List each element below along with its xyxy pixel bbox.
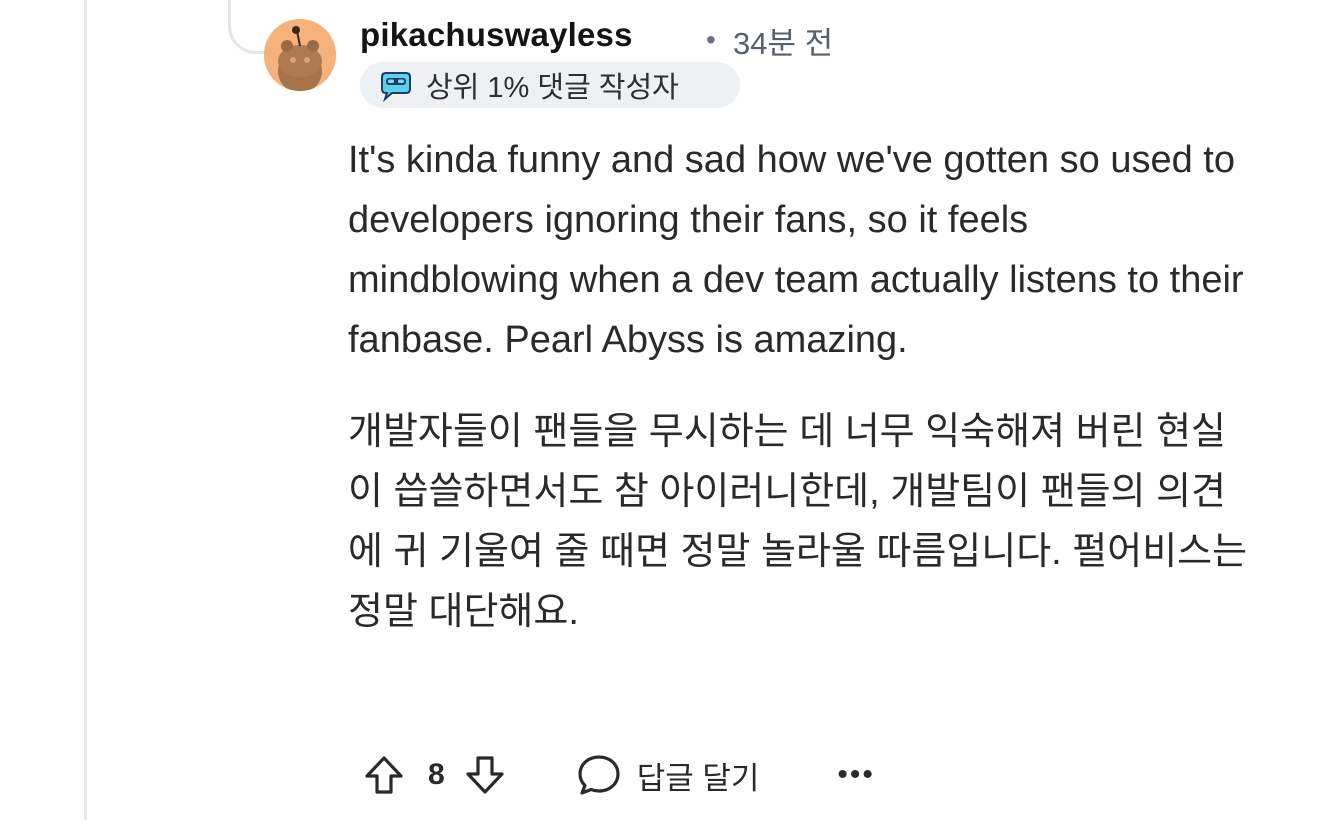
speech-bubble-icon xyxy=(578,755,620,795)
flair-label: 상위 1% 댓글 작성자 xyxy=(426,72,679,104)
upvote-arrow-icon xyxy=(365,756,403,794)
comment-text-korean: 개발자들이 팬들을 무시하는 데 너무 익숙해져 버린 현실이 씁쓸하면서도 참… xyxy=(348,411,1248,633)
avatar[interactable] xyxy=(264,19,336,91)
downvote-arrow-icon xyxy=(466,756,504,794)
downvote-button[interactable] xyxy=(459,749,511,801)
reply-button[interactable]: 답글 달기 xyxy=(575,751,760,799)
more-options-button[interactable]: ••• xyxy=(837,760,875,790)
meta-separator: • xyxy=(706,24,716,55)
thread-line xyxy=(84,0,87,820)
comment-text-english: It's kinda funny and sad how we've gotte… xyxy=(348,139,1244,361)
top-commenter-icon xyxy=(378,67,414,103)
comment-action-bar: 8 답글 달기 ••• xyxy=(358,742,875,808)
comment-body: It's kinda funny and sad how we've gotte… xyxy=(348,130,1248,642)
timestamp[interactable]: 34분 전 xyxy=(733,18,833,63)
vote-count: 8 xyxy=(428,758,445,791)
username[interactable]: pikachuswayless xyxy=(360,16,633,54)
upvote-button[interactable] xyxy=(358,749,410,801)
thread-connector xyxy=(228,0,268,54)
reply-label: 답글 달기 xyxy=(636,760,760,796)
user-flair-badge: 상위 1% 댓글 작성자 xyxy=(360,62,740,108)
snoo-avatar-icon xyxy=(264,19,336,91)
